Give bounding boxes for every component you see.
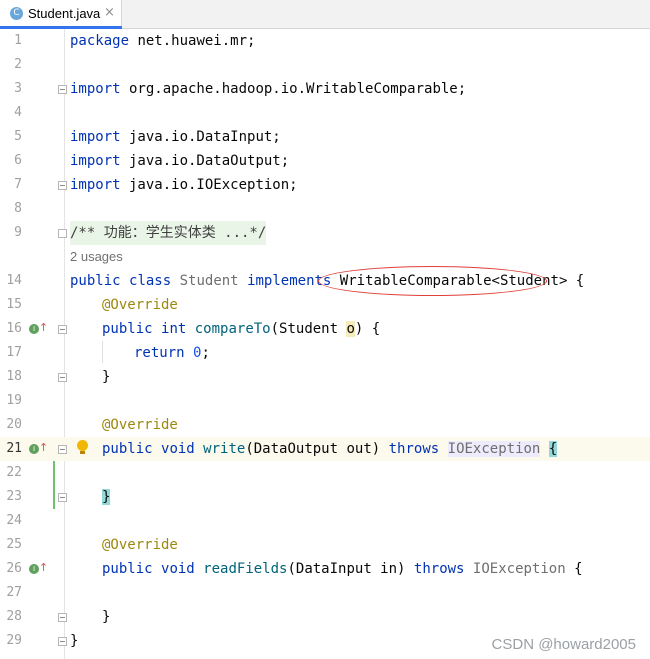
line-number: 5 [14,129,22,144]
code-text: public int compareTo(Student o) { [102,321,381,337]
code-text: @Override [102,537,178,553]
fold-icon[interactable] [58,373,67,382]
code-line-7[interactable]: 7 import java.io.IOException; [0,173,650,197]
usages-hint-line: 2 usages [0,245,650,269]
line-number: 27 [6,585,22,600]
arrow-up-icon[interactable]: ↑ [39,321,48,334]
code-text: public void readFields(DataInput in) thr… [102,561,583,577]
code-text: package net.huawei.mr; [70,33,256,49]
line-number: 1 [14,33,22,48]
code-line-3[interactable]: 3 import org.apache.hadoop.io.WritableCo… [0,77,650,101]
code-text: } [102,489,111,505]
code-line-9[interactable]: 9 /** 功能：学生实体类 ...*/ [0,221,650,245]
code-line-4[interactable]: 4 [0,101,650,125]
code-text: @Override [102,417,178,433]
code-line-16[interactable]: 16 I ↑ public int compareTo(Student o) { [0,317,650,341]
code-text: } [102,609,111,625]
implements-method-icon[interactable]: I [29,324,39,334]
collapsed-doc-comment[interactable]: /** 功能：学生实体类 ...*/ [70,221,267,245]
code-line-17[interactable]: 17 return 0; [0,341,650,365]
code-line-5[interactable]: 5 import java.io.DataInput; [0,125,650,149]
fold-icon[interactable] [58,493,67,502]
code-line-23[interactable]: 23 } [0,485,650,509]
code-text: import org.apache.hadoop.io.WritableComp… [70,81,467,97]
code-text: public void write(DataOutput out) throws… [102,441,558,457]
code-line-1[interactable]: 1 package net.huawei.mr; [0,29,650,53]
fold-icon[interactable] [58,445,67,454]
line-number: 14 [6,273,22,288]
implements-method-icon[interactable]: I [29,564,39,574]
expand-fold-icon[interactable] [58,229,67,238]
code-line-24[interactable]: 24 [0,509,650,533]
code-text: } [70,633,79,649]
arrow-up-icon[interactable]: ↑ [39,441,48,454]
tab-student-java[interactable]: C Student.java × [0,0,122,29]
line-number: 16 [6,321,22,336]
fold-icon[interactable] [58,637,67,646]
lightbulb-icon[interactable] [77,440,88,454]
code-line-22[interactable]: 22 [0,461,650,485]
code-line-26[interactable]: 26 I ↑ public void readFields(DataInput … [0,557,650,581]
line-number: 18 [6,369,22,384]
code-text: import java.io.DataOutput; [70,153,290,169]
code-line-15[interactable]: 15 @Override [0,293,650,317]
fold-icon[interactable] [58,325,67,334]
fold-icon[interactable] [58,181,67,190]
code-line-27[interactable]: 27 [0,581,650,605]
code-text: import java.io.DataInput; [70,129,281,145]
usages-hint[interactable]: 2 usages [70,245,123,269]
code-line-25[interactable]: 25 @Override [0,533,650,557]
fold-icon[interactable] [58,85,67,94]
watermark: CSDN @howard2005 [491,636,636,653]
line-number: 19 [6,393,22,408]
line-number: 29 [6,633,22,648]
close-icon[interactable]: × [104,5,115,20]
code-line-20[interactable]: 20 @Override [0,413,650,437]
code-text: @Override [102,297,178,313]
java-class-icon: C [10,7,23,20]
code-line-18[interactable]: 18 } [0,365,650,389]
code-text: return 0; [134,345,210,361]
line-number: 22 [6,465,22,480]
tab-label: Student.java [28,6,101,21]
implements-method-icon[interactable]: I [29,444,39,454]
code-line-28[interactable]: 28 } [0,605,650,629]
line-number: 8 [14,201,22,216]
code-line-8[interactable]: 8 [0,197,650,221]
line-number: 15 [6,297,22,312]
code-text: import java.io.IOException; [70,177,298,193]
line-number: 25 [6,537,22,552]
code-line-2[interactable]: 2 [0,53,650,77]
editor-tab-bar: C Student.java × [0,0,650,29]
line-number: 9 [14,225,22,240]
line-number: 6 [14,153,22,168]
line-number: 24 [6,513,22,528]
code-line-6[interactable]: 6 import java.io.DataOutput; [0,149,650,173]
arrow-up-icon[interactable]: ↑ [39,561,48,574]
line-number: 21 [6,441,22,456]
line-number: 7 [14,177,22,192]
code-line-19[interactable]: 19 [0,389,650,413]
line-number: 23 [6,489,22,504]
annotation-ellipse [318,266,547,296]
code-text: } [102,369,111,385]
code-line-21-current[interactable]: 21 I ↑ public void write(DataOutput out)… [0,437,650,461]
line-number: 17 [6,345,22,360]
line-number: 3 [14,81,22,96]
line-number: 4 [14,105,22,120]
line-number: 26 [6,561,22,576]
fold-icon[interactable] [58,613,67,622]
line-number: 20 [6,417,22,432]
line-number: 2 [14,57,22,72]
line-number: 28 [6,609,22,624]
